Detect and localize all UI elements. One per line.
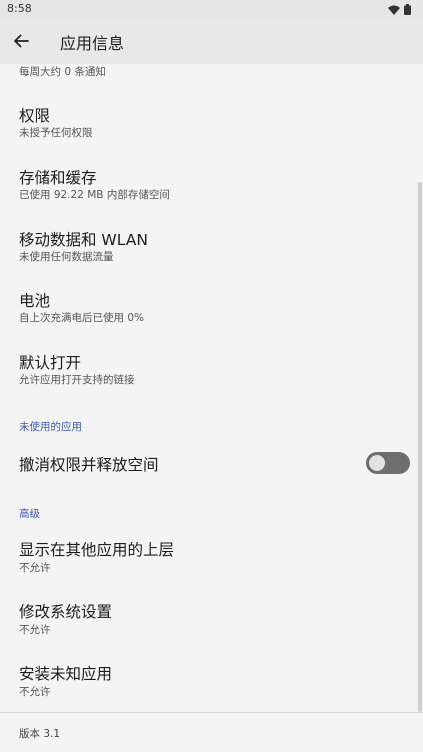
install-unknown-apps-row[interactable]: 安装未知应用 不允许 <box>0 652 423 704</box>
app-info-list: 每周大约 0 条通知 权限 未授予任何权限 存储和缓存 已使用 92.22 MB… <box>0 64 423 752</box>
permissions-row[interactable]: 权限 未授予任何权限 <box>0 94 423 146</box>
revoke-permissions-row[interactable]: 撤消权限并释放空间 <box>0 442 423 484</box>
install-unknown-apps-title: 安装未知应用 <box>19 665 113 683</box>
toggle-knob <box>369 455 385 471</box>
display-over-apps-row[interactable]: 显示在其他应用的上层 不允许 <box>0 528 423 580</box>
open-by-default-title: 默认打开 <box>19 354 82 372</box>
mobile-data-row[interactable]: 移动数据和 WLAN 未使用任何数据流量 <box>0 218 423 270</box>
battery-title: 电池 <box>19 292 51 310</box>
section-header-advanced: 高级 <box>19 508 40 520</box>
modify-system-settings-subtitle: 不允许 <box>19 624 51 636</box>
status-bar: 8:58 <box>0 0 423 18</box>
battery-subtitle: 自上次充满电后已使用 0% <box>19 312 144 324</box>
open-by-default-row[interactable]: 默认打开 允许应用打开支持的链接 <box>0 341 423 393</box>
storage-title: 存储和缓存 <box>19 169 97 187</box>
page-title: 应用信息 <box>60 34 125 53</box>
status-icons <box>388 3 411 15</box>
battery-icon <box>404 0 411 19</box>
section-header-unused-apps: 未使用的应用 <box>19 421 82 433</box>
revoke-permissions-toggle[interactable] <box>366 452 410 474</box>
scrollbar[interactable] <box>418 182 422 712</box>
install-unknown-apps-subtitle: 不允许 <box>19 686 51 698</box>
status-time: 8:58 <box>7 2 32 15</box>
display-over-apps-title: 显示在其他应用的上层 <box>19 541 175 559</box>
footer-divider <box>0 712 423 713</box>
storage-subtitle: 已使用 92.22 MB 内部存储空间 <box>19 189 170 201</box>
version-label: 版本 3.1 <box>19 728 61 740</box>
notifications-subtitle: 每周大约 0 条通知 <box>19 66 106 78</box>
storage-row[interactable]: 存储和缓存 已使用 92.22 MB 内部存储空间 <box>0 156 423 208</box>
permissions-title: 权限 <box>19 107 51 125</box>
revoke-permissions-title: 撤消权限并释放空间 <box>19 456 159 474</box>
modify-system-settings-row[interactable]: 修改系统设置 不允许 <box>0 590 423 642</box>
back-arrow-icon[interactable] <box>9 29 33 53</box>
notifications-row[interactable]: 每周大约 0 条通知 <box>0 64 423 84</box>
app-bar: 应用信息 <box>0 18 423 64</box>
mobile-data-subtitle: 未使用任何数据流量 <box>19 251 114 263</box>
battery-row[interactable]: 电池 自上次充满电后已使用 0% <box>0 279 423 331</box>
modify-system-settings-title: 修改系统设置 <box>19 603 113 621</box>
permissions-subtitle: 未授予任何权限 <box>19 127 93 139</box>
wifi-icon <box>388 0 400 19</box>
display-over-apps-subtitle: 不允许 <box>19 562 51 574</box>
open-by-default-subtitle: 允许应用打开支持的链接 <box>19 374 135 386</box>
mobile-data-title: 移动数据和 WLAN <box>19 231 148 249</box>
